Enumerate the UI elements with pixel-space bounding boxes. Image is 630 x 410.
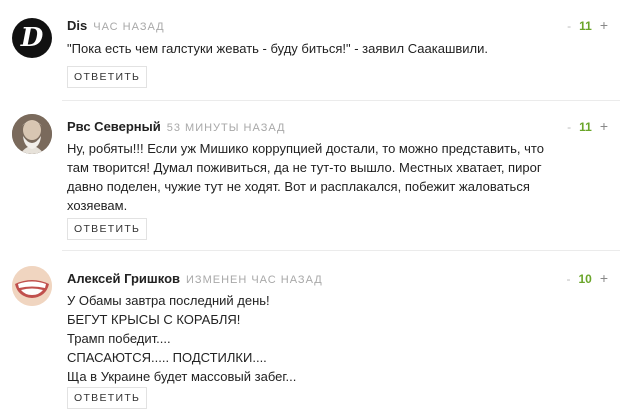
comment-line: хозяевам. xyxy=(67,198,128,213)
smile-teeth-icon xyxy=(12,266,52,306)
vote-score: 10 xyxy=(578,272,592,286)
comment-line: У Обамы завтра последний день! xyxy=(67,293,270,308)
comment-header: Алексей Гришков ИЗМЕНЕН ЧАС НАЗАД xyxy=(67,270,323,286)
author-name[interactable]: Алексей Гришков xyxy=(67,271,180,286)
reply-button[interactable]: ОТВЕТИТЬ xyxy=(67,387,148,409)
comment: Алексей Гришков ИЗМЕНЕН ЧАС НАЗАД -10 + У … xyxy=(0,0,630,409)
upvote-button[interactable]: + xyxy=(600,270,608,286)
comment-line: СПАСАЮТСЯ..... ПОДСТИЛКИ.... xyxy=(67,350,267,365)
avatar[interactable] xyxy=(12,266,52,306)
comment-line: Ща в Украине будет массовый забег... xyxy=(67,369,297,384)
vote-controls: -10 + xyxy=(566,270,608,286)
comment-line: БЕГУТ КРЫСЫ С КОРАБЛЯ! xyxy=(67,312,241,327)
comment-timestamp: ИЗМЕНЕН ЧАС НАЗАД xyxy=(186,274,323,286)
comment-line: Трамп победит.... xyxy=(67,331,171,346)
comment-line: давно поделен, чужие тут не ходят. Вот и… xyxy=(67,179,530,194)
downvote-button[interactable]: - xyxy=(566,272,570,286)
comment-text: У Обамы завтра последний день! БЕГУТ КРЫ… xyxy=(67,291,587,386)
comment-divider xyxy=(62,250,620,251)
reply-button[interactable]: ОТВЕТИТЬ xyxy=(67,218,148,240)
